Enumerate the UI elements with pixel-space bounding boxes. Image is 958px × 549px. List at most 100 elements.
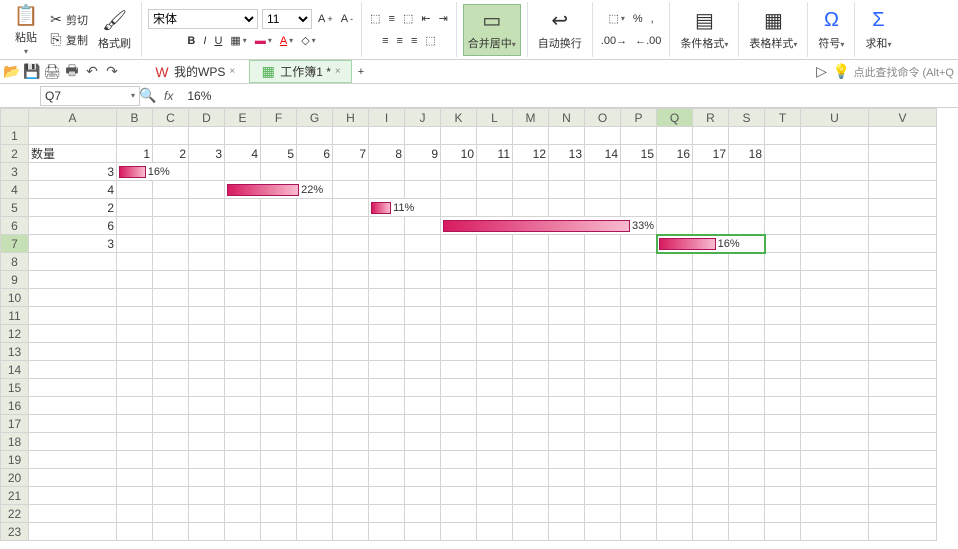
cell-M10[interactable] [513, 289, 549, 307]
cell-I14[interactable] [369, 361, 405, 379]
cell-G3[interactable] [297, 163, 333, 181]
font-color-button[interactable]: A▾ [278, 34, 295, 48]
cell-B16[interactable] [117, 397, 153, 415]
cell-U1[interactable] [801, 127, 869, 145]
cell-N14[interactable] [549, 361, 585, 379]
fill-color-button[interactable]: ▬▾ [253, 34, 274, 48]
cell-A11[interactable] [29, 307, 117, 325]
cell-L20[interactable] [477, 469, 513, 487]
cell-N4[interactable] [549, 181, 585, 199]
cell-P22[interactable] [621, 505, 657, 523]
cell-I22[interactable] [369, 505, 405, 523]
cell-K11[interactable] [441, 307, 477, 325]
cell-K21[interactable] [441, 487, 477, 505]
cell-D13[interactable] [189, 343, 225, 361]
cell-V10[interactable] [869, 289, 937, 307]
cell-C21[interactable] [153, 487, 189, 505]
cell-A19[interactable] [29, 451, 117, 469]
cell-T9[interactable] [765, 271, 801, 289]
cell-V21[interactable] [869, 487, 937, 505]
row-header-9[interactable]: 9 [1, 271, 29, 289]
cell-L16[interactable] [477, 397, 513, 415]
cell-F15[interactable] [261, 379, 297, 397]
cell-G20[interactable] [297, 469, 333, 487]
cell-H17[interactable] [333, 415, 369, 433]
cell-C20[interactable] [153, 469, 189, 487]
cell-U3[interactable] [801, 163, 869, 181]
cell-Q12[interactable] [657, 325, 693, 343]
row-header-11[interactable]: 11 [1, 307, 29, 325]
font-size-select[interactable]: 11 [262, 9, 312, 29]
cell-U14[interactable] [801, 361, 869, 379]
col-header-N[interactable]: N [549, 109, 585, 127]
cell-K13[interactable] [441, 343, 477, 361]
align-middle-button[interactable]: ≡ [387, 12, 397, 26]
cell-V14[interactable] [869, 361, 937, 379]
col-header-G[interactable]: G [297, 109, 333, 127]
cell-U21[interactable] [801, 487, 869, 505]
cell-E13[interactable] [225, 343, 261, 361]
cell-D19[interactable] [189, 451, 225, 469]
cell-T8[interactable] [765, 253, 801, 271]
cell-J11[interactable] [405, 307, 441, 325]
cell-E16[interactable] [225, 397, 261, 415]
cell-M9[interactable] [513, 271, 549, 289]
cell-C12[interactable] [153, 325, 189, 343]
cell-B11[interactable] [117, 307, 153, 325]
cell-J20[interactable] [405, 469, 441, 487]
cell-H4[interactable] [333, 181, 369, 199]
cell-O3[interactable] [585, 163, 621, 181]
cell-H1[interactable] [333, 127, 369, 145]
cell-M20[interactable] [513, 469, 549, 487]
cell-S22[interactable] [729, 505, 765, 523]
cell-B10[interactable] [117, 289, 153, 307]
cell-A8[interactable] [29, 253, 117, 271]
row-header-7[interactable]: 7 [1, 235, 29, 253]
cell-B8[interactable] [117, 253, 153, 271]
cell-V2[interactable] [869, 145, 937, 163]
cell-C8[interactable] [153, 253, 189, 271]
cell-B2[interactable]: 1 [117, 145, 153, 163]
cell-P13[interactable] [621, 343, 657, 361]
cell-A7[interactable]: 3 [29, 235, 117, 253]
cell-F12[interactable] [261, 325, 297, 343]
cell-O22[interactable] [585, 505, 621, 523]
cell-S5[interactable] [729, 199, 765, 217]
cell-S1[interactable] [729, 127, 765, 145]
cell-R12[interactable] [693, 325, 729, 343]
cell-C2[interactable]: 2 [153, 145, 189, 163]
cell-D7[interactable] [189, 235, 225, 253]
col-header-K[interactable]: K [441, 109, 477, 127]
cell-V13[interactable] [869, 343, 937, 361]
cell-S9[interactable] [729, 271, 765, 289]
cell-S18[interactable] [729, 433, 765, 451]
paste-button[interactable]: 📋 粘贴▾ [10, 1, 42, 58]
cell-D23[interactable] [189, 523, 225, 541]
cell-F22[interactable] [261, 505, 297, 523]
cell-J2[interactable]: 9 [405, 145, 441, 163]
cell-T2[interactable] [765, 145, 801, 163]
cell-U16[interactable] [801, 397, 869, 415]
cell-Q19[interactable] [657, 451, 693, 469]
cell-B6[interactable] [117, 217, 153, 235]
cell-H20[interactable] [333, 469, 369, 487]
cell-E3[interactable] [225, 163, 261, 181]
cell-L4[interactable] [477, 181, 513, 199]
cell-P8[interactable] [621, 253, 657, 271]
cell-D12[interactable] [189, 325, 225, 343]
cell-U12[interactable] [801, 325, 869, 343]
cell-E10[interactable] [225, 289, 261, 307]
row-header-14[interactable]: 14 [1, 361, 29, 379]
cell-Q13[interactable] [657, 343, 693, 361]
cell-S12[interactable] [729, 325, 765, 343]
cell-T14[interactable] [765, 361, 801, 379]
cell-C19[interactable] [153, 451, 189, 469]
cell-C23[interactable] [153, 523, 189, 541]
cell-G9[interactable] [297, 271, 333, 289]
cell-A23[interactable] [29, 523, 117, 541]
cell-I20[interactable] [369, 469, 405, 487]
cell-Q2[interactable]: 16 [657, 145, 693, 163]
cell-A10[interactable] [29, 289, 117, 307]
row-header-20[interactable]: 20 [1, 469, 29, 487]
cell-N1[interactable] [549, 127, 585, 145]
